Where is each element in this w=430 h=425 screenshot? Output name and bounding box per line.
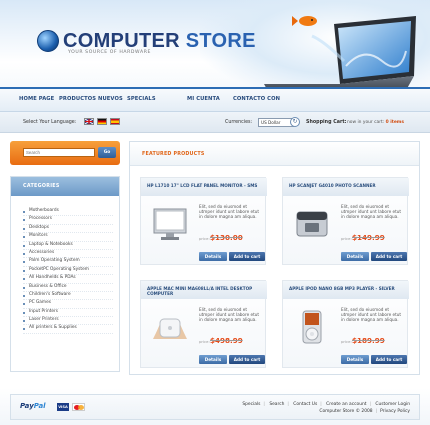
search-box: Go xyxy=(10,141,120,165)
cart-count[interactable]: 0 items xyxy=(386,120,404,125)
product-title[interactable]: HP L1710 17" LCD FLAT PANEL MONITOR - SM… xyxy=(141,178,267,196)
footer-link-specials[interactable]: Specials xyxy=(242,402,260,407)
category-item[interactable]: Monitors xyxy=(23,233,113,242)
details-button[interactable]: Details xyxy=(199,355,227,364)
product-price: $498.99 xyxy=(210,336,243,345)
scanner-icon[interactable] xyxy=(293,206,331,242)
product-card: HP L1710 17" LCD FLAT PANEL MONITOR - SM… xyxy=(140,177,267,265)
search-button[interactable]: Go xyxy=(98,147,116,158)
product-price: $149.99 xyxy=(352,233,385,242)
privacy-policy-link[interactable]: Privacy Policy xyxy=(380,409,410,414)
footer: PayPal VISA Specials | Search | Contact Us… xyxy=(0,388,430,425)
details-button[interactable]: Details xyxy=(199,252,227,261)
product-description: Elit, sed do eiusmod et utmper idunt unt… xyxy=(341,204,402,220)
nav-home-page[interactable]: HOME PAGE xyxy=(19,96,54,102)
category-item[interactable]: Laptop & Notebooks xyxy=(23,242,113,250)
header: COMPUTER STORE YOUR SOURCE OF HARDWARE H… xyxy=(0,0,430,113)
details-button[interactable]: Details xyxy=(341,355,369,364)
es-flag-icon[interactable] xyxy=(110,118,120,125)
cart-status: now in your cart: 0 items xyxy=(347,120,404,125)
add-to-cart-button[interactable]: Add to cart xyxy=(371,252,407,261)
add-to-cart-button[interactable]: Add to cart xyxy=(229,355,265,364)
language-label: Select Your Language: xyxy=(23,120,77,125)
shopping-cart-label[interactable]: Shopping Cart: xyxy=(306,120,347,125)
uk-flag-icon[interactable] xyxy=(84,118,94,125)
footer-link-customer-login[interactable]: Customer Login xyxy=(375,402,410,407)
product-description: Elit, sed do eiusmod et utmper idunt unt… xyxy=(199,204,260,220)
product-price: $189.99 xyxy=(352,336,385,345)
main-nav: HOME PAGE PRODUCTOS NUEVOS SPECIALS MI C… xyxy=(0,87,430,112)
paypal-logo: PayPal xyxy=(20,402,46,410)
ipod-icon[interactable] xyxy=(293,309,331,345)
footer-link-create-account[interactable]: Create an account xyxy=(326,402,366,407)
featured-products-panel: FEATURED PRODUCTS HP L1710 17" LCD FLAT … xyxy=(129,141,420,375)
category-item[interactable]: All printers & Supplies xyxy=(23,325,113,334)
categories-title: CATEGORIES xyxy=(11,177,119,196)
categories-list: Motherboards Processors Desktops Monitor… xyxy=(11,196,119,334)
product-title[interactable]: APPLE IPOD NANO 8GB MP3 PLAYER - SILVER xyxy=(283,281,409,299)
toolbar: Select Your Language: Currencies: US Dol… xyxy=(0,113,430,133)
product-card: HP SCANJET G4010 PHOTO SCANNER Elit, sed… xyxy=(282,177,409,265)
product-description: Elit, sed do eiusmod et utmper idunt unt… xyxy=(199,307,260,323)
cart-icon[interactable]: ↻ xyxy=(290,117,300,127)
footer-link-search[interactable]: Search xyxy=(269,402,284,407)
category-item[interactable]: All Handhelds & PDAs xyxy=(23,275,113,284)
product-card: APPLE IPOD NANO 8GB MP3 PLAYER - SILVER … xyxy=(282,280,409,368)
add-to-cart-button[interactable]: Add to cart xyxy=(229,252,265,261)
category-item[interactable]: PocketPC Operating System xyxy=(23,267,113,276)
nav-specials[interactable]: SPECIALS xyxy=(127,96,156,102)
mastercard-logo xyxy=(72,403,85,411)
category-item[interactable]: Processors xyxy=(23,216,113,225)
category-item[interactable]: Palm Operating System xyxy=(23,258,113,267)
nav-productos-nuevos[interactable]: PRODUCTOS NUEVOS xyxy=(59,96,123,102)
categories-box: CATEGORIES Motherboards Processors Deskt… xyxy=(10,176,120,372)
featured-header: FEATURED PRODUCTS xyxy=(130,142,419,166)
visa-logo: VISA xyxy=(57,403,69,411)
mac-mini-icon[interactable] xyxy=(151,309,189,345)
product-title[interactable]: APPLE MAC MINI MA608LL/A INTEL DESKTOP C… xyxy=(141,281,267,299)
currency-select[interactable]: US Dollar xyxy=(258,118,294,127)
footer-link-contact[interactable]: Contact Us xyxy=(293,402,317,407)
product-price: $130.00 xyxy=(210,233,243,242)
product-description: Elit, sed do eiusmod et utmper idunt unt… xyxy=(341,307,402,323)
footer-links: Specials | Search | Contact Us | Create an … xyxy=(242,402,410,407)
globe-logo-icon xyxy=(37,30,59,52)
category-item[interactable]: PC Games xyxy=(23,300,113,309)
copyright-text: Computer Store © 2008 xyxy=(319,409,373,414)
category-item[interactable]: Desktops xyxy=(23,225,113,234)
search-input[interactable] xyxy=(23,148,95,157)
category-item[interactable]: Input Printers xyxy=(23,309,113,318)
details-button[interactable]: Details xyxy=(341,252,369,261)
monitor-icon[interactable] xyxy=(151,206,189,242)
price-label: price: xyxy=(341,236,352,241)
product-title[interactable]: HP SCANJET G4010 PHOTO SCANNER xyxy=(283,178,409,196)
nav-contacto[interactable]: CONTACTO CON xyxy=(233,96,280,102)
price-label: price: xyxy=(199,339,210,344)
logo-tagline: YOUR SOURCE OF HARDWARE xyxy=(68,50,151,55)
product-card: APPLE MAC MINI MA608LL/A INTEL DESKTOP C… xyxy=(140,280,267,368)
category-item[interactable]: Business & Office xyxy=(23,284,113,292)
add-to-cart-button[interactable]: Add to cart xyxy=(371,355,407,364)
price-label: price: xyxy=(199,236,210,241)
de-flag-icon[interactable] xyxy=(97,118,107,125)
price-label: price: xyxy=(341,339,352,344)
currency-label: Currencies: xyxy=(225,120,253,125)
featured-title: FEATURED PRODUCTS xyxy=(142,152,205,157)
nav-mi-cuenta[interactable]: MI CUENTA xyxy=(187,96,220,102)
footer-copyright: Computer Store © 2008 | Privacy Policy xyxy=(319,409,410,414)
